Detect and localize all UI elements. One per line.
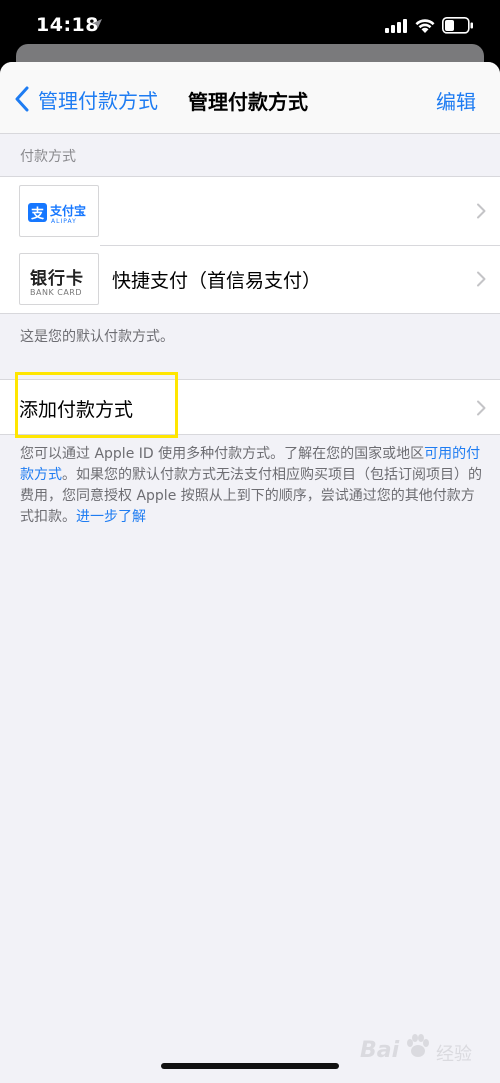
payment-methods-list: 支 支付宝 ALIPAY 银行卡 BANK CARD 快捷支付（首信易支付）	[0, 176, 500, 314]
section-header: 付款方式	[20, 149, 76, 165]
footer-text-part: 您可以通过 Apple ID 使用多种付款方式。了解在您的国家或地区	[20, 446, 425, 462]
edit-button[interactable]: 编辑	[436, 86, 476, 115]
alipay-logo: 支 支付宝 ALIPAY	[19, 185, 99, 237]
payment-sheet: 管理付款方式 管理付款方式 编辑 付款方式 支 支付宝 ALIPAY 银行卡 B…	[0, 62, 500, 1083]
chevron-right-icon	[477, 203, 486, 219]
add-payment-group: 添加付款方式	[0, 379, 500, 435]
cellular-signal-icon	[385, 19, 407, 33]
bank-card-logo-text: 银行卡	[30, 269, 84, 289]
default-method-note: 这是您的默认付款方式。	[20, 329, 174, 345]
location-arrow-icon	[92, 19, 102, 29]
bank-card-logo-subtext: BANK CARD	[30, 288, 83, 297]
alipay-logo-subtext: ALIPAY	[51, 218, 77, 225]
add-payment-method-label: 添加付款方式	[19, 398, 134, 421]
home-indicator[interactable]	[161, 1063, 339, 1069]
alipay-logo-text: 支付宝	[50, 204, 87, 218]
payment-method-label: 快捷支付（首信易支付）	[112, 269, 322, 292]
paw-icon	[407, 1034, 429, 1057]
status-time: 14:18	[36, 14, 99, 36]
chevron-right-icon	[477, 271, 486, 287]
alipay-icon: 支	[28, 203, 47, 222]
payment-method-bank-card[interactable]: 银行卡 BANK CARD 快捷支付（首信易支付）	[0, 245, 500, 313]
payment-info-text: 您可以通过 Apple ID 使用多种付款方式。了解在您的国家或地区可用的付款方…	[20, 444, 482, 528]
battery-icon	[442, 17, 473, 34]
navigation-bar: 管理付款方式 管理付款方式 编辑	[0, 62, 500, 134]
learn-more-link[interactable]: 进一步了解	[76, 509, 146, 525]
back-button-label: 管理付款方式	[38, 88, 158, 113]
watermark-subtext: 经验	[436, 1044, 472, 1065]
chevron-left-icon	[15, 86, 29, 112]
page-title: 管理付款方式	[188, 90, 308, 114]
chevron-right-icon	[477, 400, 486, 416]
bank-card-logo: 银行卡 BANK CARD	[19, 253, 99, 305]
wifi-icon	[415, 19, 435, 33]
payment-method-alipay[interactable]: 支 支付宝 ALIPAY	[0, 177, 500, 245]
baidu-watermark: Bai 经验	[360, 1030, 495, 1070]
add-payment-method-button[interactable]: 添加付款方式	[0, 380, 500, 436]
back-button[interactable]: 管理付款方式	[14, 84, 158, 114]
watermark-text: Bai	[360, 1038, 400, 1063]
